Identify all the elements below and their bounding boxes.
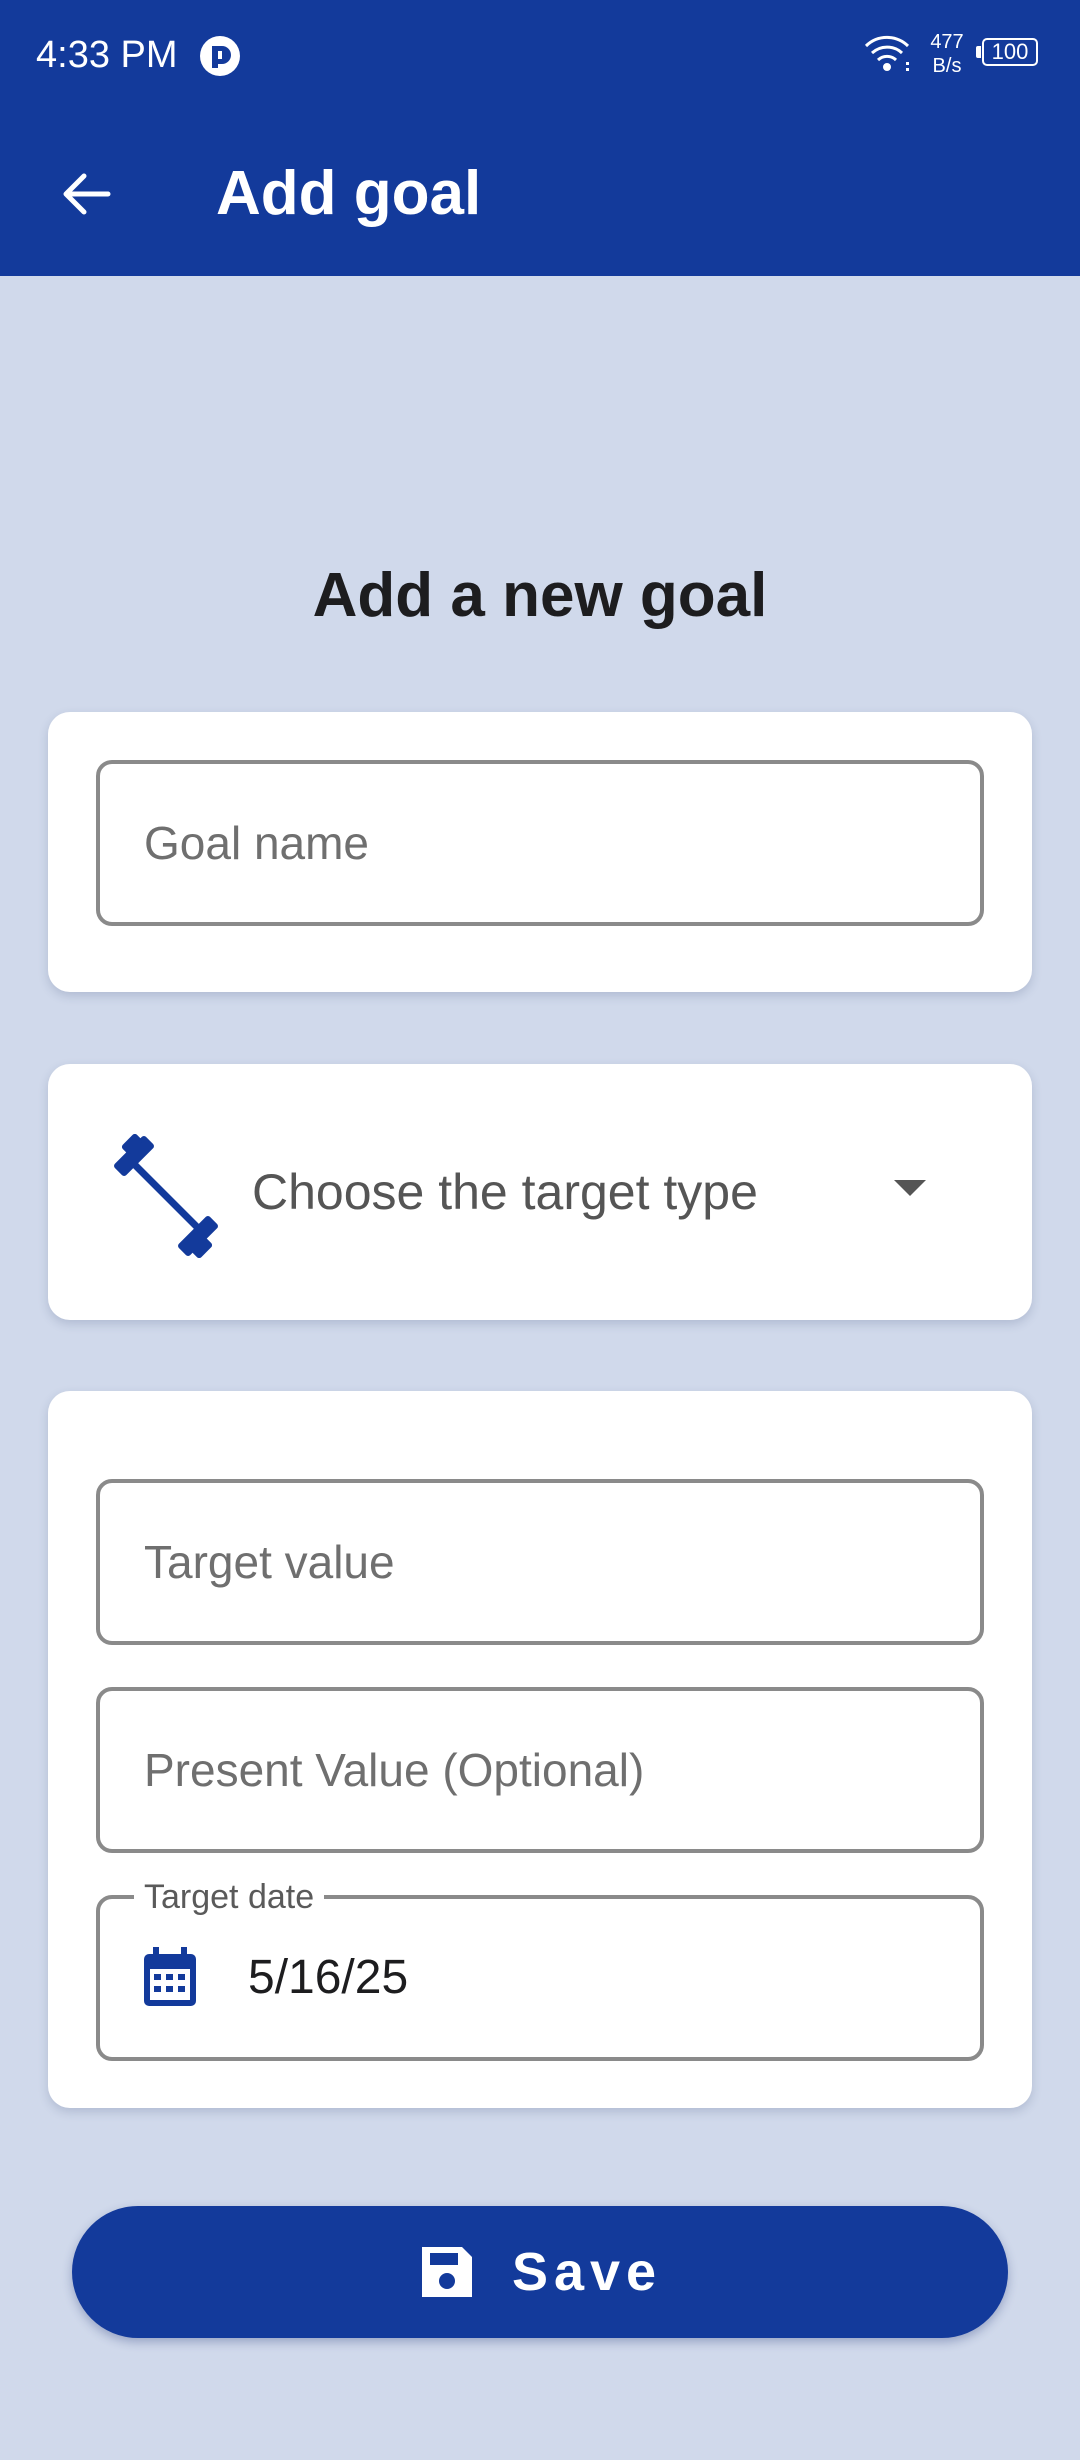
target-type-placeholder: Choose the target type: [252, 1164, 758, 1220]
goal-name-card: Goal name: [48, 712, 1032, 992]
target-type-dropdown[interactable]: Choose the target type: [48, 1064, 1032, 1320]
battery-icon: 100: [976, 38, 1042, 70]
page-title: Add goal: [216, 159, 482, 228]
target-value-input[interactable]: Target value: [96, 1479, 984, 1645]
save-label: Save: [511, 2242, 663, 2302]
back-button[interactable]: [44, 152, 128, 236]
network-speed: 477 B/s: [922, 30, 972, 78]
status-bar: 4:33 PM 477 B/s 100: [0, 0, 1080, 110]
status-time: 4:33 PM: [36, 34, 178, 76]
present-value-placeholder: Present Value (Optional): [144, 1744, 645, 1796]
present-value-input[interactable]: Present Value (Optional): [96, 1687, 984, 1853]
network-speed-unit: B/s: [932, 55, 962, 77]
goal-name-input[interactable]: Goal name: [96, 760, 984, 926]
network-speed-value: 477: [930, 31, 964, 53]
app-notification-icon: [200, 36, 240, 76]
dropdown-arrow-icon: [894, 1180, 926, 1196]
arrow-back-icon: [63, 173, 111, 215]
save-icon: [421, 2247, 472, 2297]
barbell-icon: [114, 1134, 218, 1258]
target-type-card: Choose the target type: [48, 1064, 1032, 1320]
target-values-card: Target value Present Value (Optional) Ta…: [48, 1391, 1032, 2108]
save-button[interactable]: Save: [72, 2206, 1008, 2338]
battery-level: 100: [982, 38, 1038, 66]
target-date-field[interactable]: Target date 5/16/25: [96, 1877, 984, 2061]
wifi-icon: [864, 35, 910, 71]
form-heading: Add a new goal: [312, 561, 768, 630]
target-date-value: 5/16/25: [248, 1951, 409, 2004]
calendar-icon[interactable]: [140, 1947, 200, 2009]
goal-name-placeholder: Goal name: [144, 817, 370, 869]
target-value-placeholder: Target value: [144, 1536, 395, 1588]
app-bar: Add goal: [0, 110, 1080, 276]
